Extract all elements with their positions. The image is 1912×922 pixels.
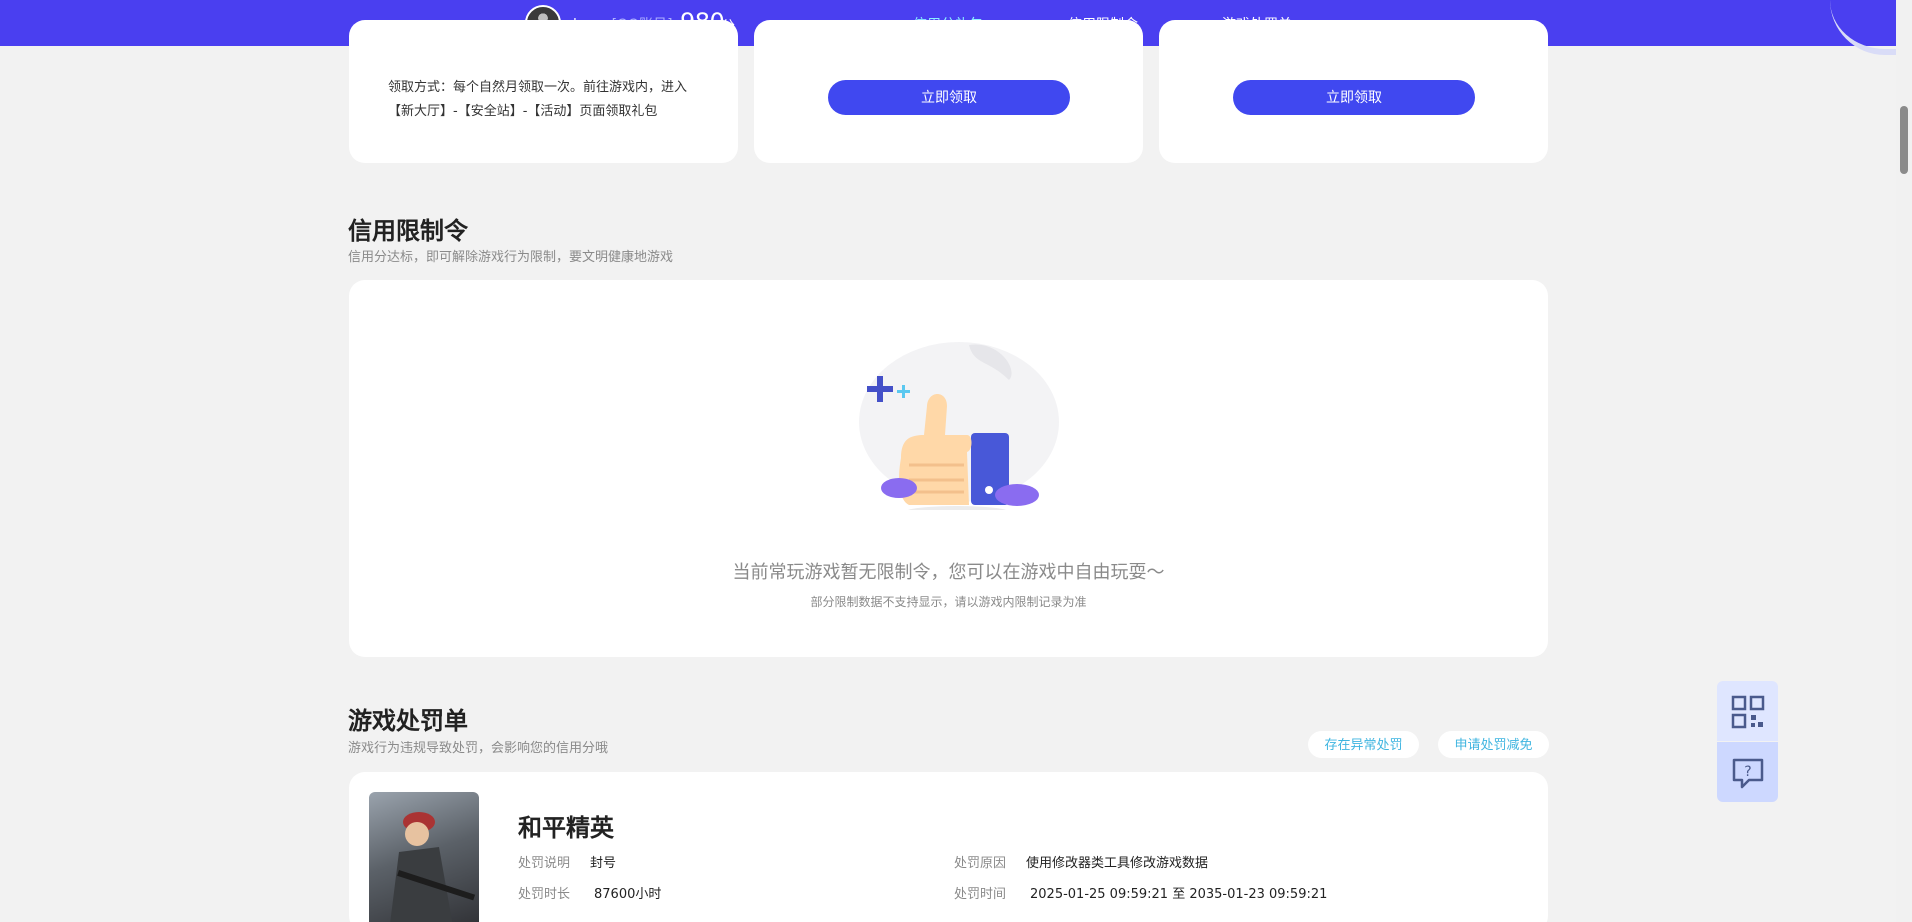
empty-state-note: 部分限制数据不支持显示，请以游戏内限制记录为准: [810, 595, 1087, 609]
penalty-title: 游戏处罚单: [348, 707, 468, 735]
penalty-desc-value: 封号: [590, 856, 617, 871]
penalty-reason-value: 使用修改器类工具修改游戏数据: [1026, 856, 1209, 871]
penalty-reason-label: 处罚原因: [954, 856, 1007, 871]
svg-text:?: ?: [1744, 764, 1751, 780]
claim-button-2[interactable]: 立即领取: [1233, 80, 1475, 115]
corner-decoration: [1830, 0, 1896, 55]
penalty-duration-label: 处罚时长: [518, 887, 571, 902]
penalty-desc-label: 处罚说明: [518, 856, 571, 871]
penalty-duration-value: 87600小时: [594, 887, 662, 902]
restriction-subtitle: 信用分达标，即可解除游戏行为限制，要文明健康地游戏: [348, 250, 674, 265]
gift-card-3: 立即领取: [1159, 20, 1548, 163]
apply-reduction-button[interactable]: 申请处罚减免: [1438, 731, 1549, 758]
claim-button-1[interactable]: 立即领取: [828, 80, 1070, 115]
help-chat-icon: ?: [1732, 758, 1764, 789]
claim-method-text: 领取方式：每个自然月领取一次。前往游戏内，进入【新大厅】-【安全站】-【活动】页…: [388, 80, 688, 119]
restriction-title: 信用限制令: [348, 217, 468, 245]
gift-card-2: 立即领取: [754, 20, 1143, 163]
penalty-time-label: 处罚时间: [954, 887, 1007, 902]
penalty-subtitle: 游戏行为违规导致处罚，会影响您的信用分哦: [348, 741, 609, 756]
qr-code-icon: [1731, 695, 1765, 729]
game-name: 和平精英: [518, 814, 614, 842]
qr-code-button[interactable]: [1717, 681, 1778, 741]
penalty-time-value: 2025-01-25 09:59:21 至 2035-01-23 09:59:2…: [1030, 887, 1328, 902]
scrollbar-thumb[interactable]: [1900, 106, 1908, 174]
abnormal-penalty-button[interactable]: 存在异常处罚: [1308, 731, 1419, 758]
restriction-card: 当前常玩游戏暂无限制令，您可以在游戏中自由玩耍～ 部分限制数据不支持显示，请以游…: [349, 280, 1548, 657]
empty-state-message: 当前常玩游戏暂无限制令，您可以在游戏中自由玩耍～: [732, 562, 1165, 583]
gift-card-1: 领取方式：每个自然月领取一次。前往游戏内，进入【新大厅】-【安全站】-【活动】页…: [349, 20, 738, 163]
penalty-card: 和平精英 处罚说明 封号 处罚原因 使用修改器类工具修改游戏数据 处罚时长 87…: [349, 772, 1548, 922]
game-cover-image: [369, 792, 479, 922]
thumbs-up-illustration-icon: [859, 342, 1059, 510]
help-button[interactable]: ?: [1717, 742, 1778, 802]
